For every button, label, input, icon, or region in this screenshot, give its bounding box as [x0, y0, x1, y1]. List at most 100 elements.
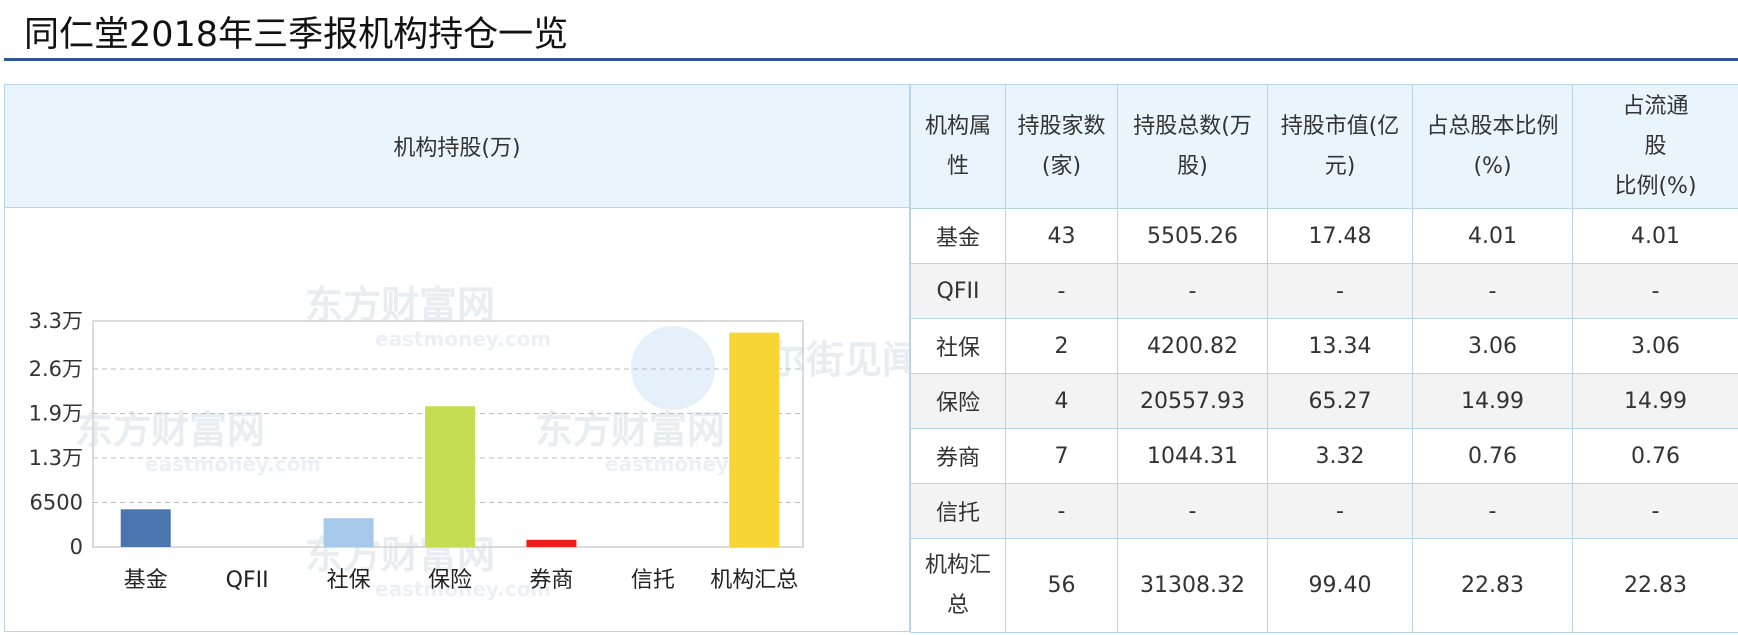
- bar: [526, 539, 577, 547]
- table-cell: 99.40: [1267, 538, 1413, 633]
- watermark-eastmoney-url: eastmoney.com: [375, 327, 551, 351]
- table-cell: 基金: [910, 208, 1006, 264]
- table-cell: 7: [1005, 428, 1118, 484]
- table-cell: 43: [1005, 208, 1118, 264]
- table-cell: -: [1117, 263, 1268, 319]
- y-tick-label: 1.3万: [29, 446, 83, 470]
- table-row: 社保 2 4200.82 13.34 3.06 3.06: [910, 318, 1738, 374]
- column-header: 机构属性: [910, 84, 1006, 209]
- table-cell: 20557.93: [1117, 373, 1268, 429]
- table-cell: 4200.82: [1117, 318, 1268, 374]
- table-cell: -: [1267, 483, 1413, 539]
- bar: [729, 332, 780, 547]
- table-cell: -: [1005, 483, 1118, 539]
- cell-text: 总: [946, 592, 969, 618]
- title-divider: [4, 58, 1738, 61]
- table-cell: QFII: [910, 263, 1006, 319]
- y-tick-label: 0: [70, 535, 83, 559]
- table-cell: -: [1117, 483, 1268, 539]
- column-header-text: 持股总数(万: [1133, 113, 1252, 139]
- table-body: 基金 43 5505.26 17.48 4.01 4.01 QFII - - - - - 社保 2 4200…: [910, 208, 1738, 633]
- table-cell: 4.01: [1412, 208, 1573, 264]
- column-header: 持股市值(亿 元): [1267, 84, 1413, 209]
- x-tick-label: 基金: [124, 568, 168, 593]
- table-row-total: 机构汇总 56 31308.32 99.40 22.83 22.83: [910, 538, 1738, 633]
- table-cell: 保险: [910, 373, 1006, 429]
- column-header: 占流通股比例(%): [1572, 84, 1738, 209]
- column-header-text: 占总股本比例: [1426, 113, 1559, 139]
- column-header-text: 股: [1644, 133, 1667, 159]
- x-tick-label: 机构汇总: [710, 568, 798, 593]
- table-cell: 机构汇总: [910, 538, 1006, 633]
- watermark-eastmoney: 东方财富网: [75, 408, 265, 452]
- bar: [425, 406, 475, 547]
- y-tick-label: 2.6万: [29, 357, 83, 381]
- column-header: 持股家数 (家): [1005, 84, 1118, 209]
- table-cell: 1044.31: [1117, 428, 1268, 484]
- table-cell: -: [1005, 263, 1118, 319]
- column-header-text: 持股家数: [1017, 113, 1106, 139]
- table-cell: 22.83: [1412, 538, 1573, 633]
- table-cell: -: [1572, 263, 1738, 319]
- table-row: QFII - - - - -: [910, 263, 1738, 319]
- column-header-text: 元): [1324, 153, 1356, 179]
- table-cell: 社保: [910, 318, 1006, 374]
- table-cell: 14.99: [1572, 373, 1738, 429]
- y-tick-label: 6500: [30, 490, 83, 514]
- column-header-text: (%): [1473, 153, 1512, 179]
- cell-text: 机构汇: [924, 552, 991, 578]
- x-tick-label: 券商: [529, 568, 573, 593]
- table-row: 券商 7 1044.31 3.32 0.76 0.76: [910, 428, 1738, 484]
- watermark-layer: 东方财富网eastmoney.com东方财富网eastmoney.com东方财富…: [75, 283, 909, 601]
- holdings-table: 机构属性持股家数 (家) 持股总数(万 股) 持股市值(亿 元) 占总股本比例 (%) 占流通股…: [910, 84, 1738, 633]
- column-header-text: 占流通: [1622, 93, 1689, 119]
- table-cell: -: [1412, 263, 1573, 319]
- table-cell: 信托: [910, 483, 1006, 539]
- y-tick-label: 3.3万: [29, 309, 83, 333]
- chart-panel-header: 机构持股(万): [5, 85, 909, 208]
- bar: [323, 518, 374, 547]
- table-cell: 券商: [910, 428, 1006, 484]
- chart-panel: 机构持股(万) 东方财富网 eastmoney.com 东方财富网 eastmoney…: [4, 84, 910, 632]
- table-cell: 65.27: [1267, 373, 1413, 429]
- table-cell: 0.76: [1412, 428, 1573, 484]
- table-row: 保险 4 20557.93 65.27 14.99 14.99: [910, 373, 1738, 429]
- x-tick-label: 信托: [631, 568, 675, 593]
- column-header-text: 持股市值(亿: [1280, 113, 1400, 139]
- table-row: 基金 43 5505.26 17.48 4.01 4.01: [910, 208, 1738, 264]
- table-cell: 0.76: [1572, 428, 1738, 484]
- table-cell: 13.34: [1267, 318, 1413, 374]
- column-header-text: 股): [1177, 153, 1208, 179]
- table-cell: 3.32: [1267, 428, 1413, 484]
- x-tick-label: 保险: [428, 568, 472, 593]
- table-cell: 31308.32: [1117, 538, 1268, 633]
- table-cell: -: [1572, 483, 1738, 539]
- column-header-text: (家): [1041, 153, 1082, 179]
- watermark-circle: [631, 326, 715, 410]
- table-row: 信托 - - - - -: [910, 483, 1738, 539]
- table-cell: 2: [1005, 318, 1118, 374]
- table-cell: 4: [1005, 373, 1118, 429]
- table-cell: 3.06: [1572, 318, 1738, 374]
- watermark-eastmoney-url: eastmoney.com: [145, 452, 321, 476]
- table-header-row: 机构属性持股家数 (家) 持股总数(万 股) 持股市值(亿 元) 占总股本比例 (%) 占流通股…: [910, 84, 1738, 209]
- bar: [120, 509, 171, 547]
- table-cell: 3.06: [1412, 318, 1573, 374]
- y-tick-label: 1.9万: [29, 401, 83, 425]
- x-tick-label: 社保: [327, 568, 371, 593]
- table-cell: -: [1267, 263, 1413, 319]
- table-cell: 4.01: [1572, 208, 1738, 264]
- watermark-eastmoney: 东方财富网: [535, 408, 725, 452]
- column-header-text: 机构属: [924, 113, 991, 139]
- table-cell: 56: [1005, 538, 1118, 633]
- table-cell: 17.48: [1267, 208, 1413, 264]
- column-header-text: 比例(%): [1614, 173, 1697, 199]
- table-cell: -: [1412, 483, 1573, 539]
- column-header: 占总股本比例 (%): [1412, 84, 1573, 209]
- column-header-text: 性: [946, 153, 969, 179]
- page-title: 同仁堂2018年三季报机构持仓一览: [24, 15, 569, 55]
- table-cell: 5505.26: [1117, 208, 1268, 264]
- x-tick-label: QFII: [226, 568, 269, 593]
- table-cell: 22.83: [1572, 538, 1738, 633]
- table-cell: 14.99: [1412, 373, 1573, 429]
